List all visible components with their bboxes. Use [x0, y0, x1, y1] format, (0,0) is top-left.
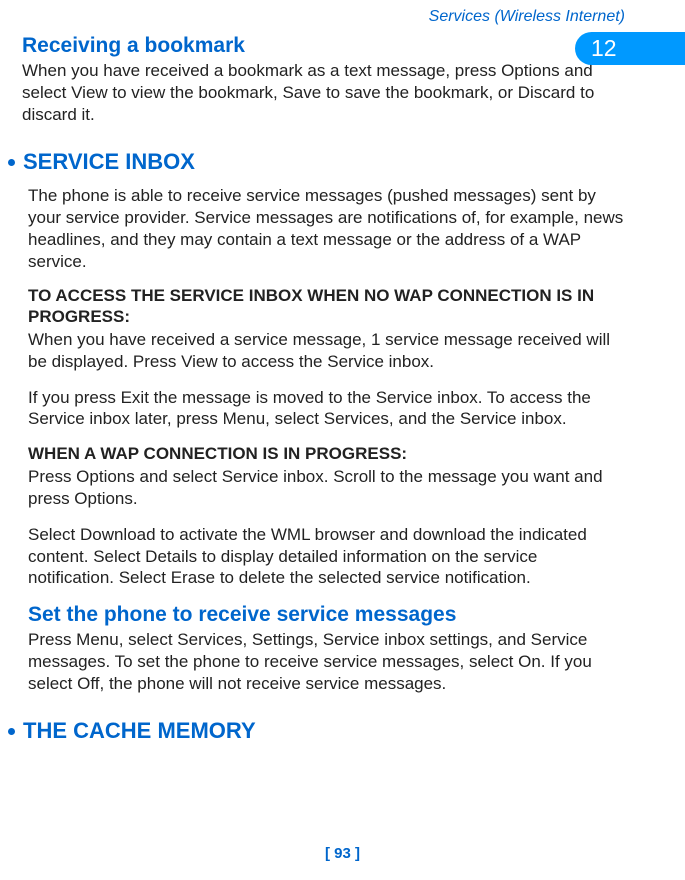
- page-content: Receiving a bookmark When you have recei…: [0, 26, 685, 744]
- body-no-wap-1: When you have received a service message…: [28, 329, 625, 373]
- body-receiving-bookmark: When you have received a bookmark as a t…: [22, 60, 625, 125]
- heading-receiving-bookmark: Receiving a bookmark: [22, 34, 625, 58]
- bullet-icon: [8, 728, 15, 735]
- heading-cache-memory-text: THE CACHE MEMORY: [23, 718, 256, 744]
- heading-service-inbox: SERVICE INBOX: [22, 149, 625, 175]
- body-set-phone-receive: Press Menu, select Services, Settings, S…: [28, 629, 625, 694]
- running-header: Services (Wireless Internet): [0, 0, 685, 26]
- heading-service-inbox-text: SERVICE INBOX: [23, 149, 195, 175]
- body-no-wap-2: If you press Exit the message is moved t…: [28, 387, 625, 431]
- service-inbox-content: The phone is able to receive service mes…: [22, 185, 625, 694]
- body-wap-progress-2: Select Download to activate the WML brow…: [28, 524, 625, 589]
- body-wap-progress-1: Press Options and select Service inbox. …: [28, 466, 625, 510]
- subheading-wap-progress: WHEN A WAP CONNECTION IS IN PROGRESS:: [28, 444, 625, 464]
- body-service-inbox-intro: The phone is able to receive service mes…: [28, 185, 625, 272]
- bullet-icon: [8, 159, 15, 166]
- chapter-number-tab: 12: [575, 32, 685, 65]
- subheading-no-wap: TO ACCESS THE SERVICE INBOX WHEN NO WAP …: [28, 286, 625, 327]
- page-number-footer: [ 93 ]: [0, 845, 685, 862]
- heading-set-phone-receive: Set the phone to receive service message…: [28, 603, 625, 627]
- heading-cache-memory: THE CACHE MEMORY: [22, 718, 625, 744]
